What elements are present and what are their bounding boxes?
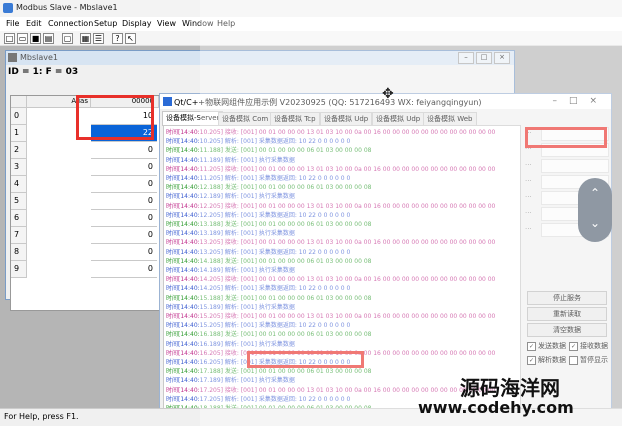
row-number: 1 [11,125,27,142]
grid-corner [11,96,27,108]
qt-app-icon [163,97,172,106]
context-help-icon[interactable]: ↖ [125,33,136,44]
row-number: 3 [11,159,27,176]
scroll-nav-control[interactable]: ⌃ ⌄ [578,178,612,242]
help-icon[interactable]: ? [112,33,123,44]
chevron-up-icon[interactable]: ⌃ [578,186,612,200]
print-icon[interactable]: ▤ [43,33,54,44]
chevron-down-icon[interactable]: ⌄ [578,216,612,230]
register-value-cell[interactable]: 0 [91,159,157,176]
register-value-cell[interactable]: 0 [91,261,157,278]
move-cursor-icon: ✥ [382,86,394,102]
slave-id-header: ID = 1: F = 03 [8,67,79,77]
grid-icon[interactable]: ▦ [80,33,91,44]
menu-edit[interactable]: Edit [26,19,42,28]
row-number: 4 [11,176,27,193]
list-icon[interactable]: ☰ [93,33,104,44]
row-number: 0 [11,108,27,125]
register-value-cell[interactable]: 0 [91,142,157,159]
menu-file[interactable]: File [6,19,19,28]
open-folder-icon[interactable]: ▭ [17,33,28,44]
register-value-cell[interactable]: 0 [91,193,157,210]
row-number: 8 [11,244,27,261]
modbus-app-icon [3,3,13,13]
child-title: Mbslave1 [20,53,59,62]
status-text: For Help, press F1. [4,412,79,421]
child-window-icon [8,53,17,62]
row-number: 2 [11,142,27,159]
row-number: 7 [11,227,27,244]
menu-view[interactable]: View [157,19,176,28]
watermark-url: www.codehy.com [418,398,574,417]
menu-setup[interactable]: Setup [94,19,117,28]
register-value-cell[interactable]: 0 [91,210,157,227]
annotation-highlight-values [76,95,154,140]
row-number: 6 [11,210,27,227]
row-number: 5 [11,193,27,210]
register-value-cell[interactable]: 0 [91,227,157,244]
menu-display[interactable]: Display [122,19,152,28]
menu-connection[interactable]: Connection [48,19,93,28]
new-file-icon[interactable]: □ [4,33,15,44]
window-icon[interactable]: ▢ [62,33,73,44]
register-value-cell[interactable]: 0 [91,176,157,193]
app-title: Modbus Slave - Mbslave1 [16,3,118,12]
register-value-cell[interactable]: 0 [91,244,157,261]
watermark-title: 源码海洋网 [460,376,560,400]
row-number: 9 [11,261,27,278]
save-icon[interactable]: ■ [30,33,41,44]
screen-overlay [200,0,622,426]
